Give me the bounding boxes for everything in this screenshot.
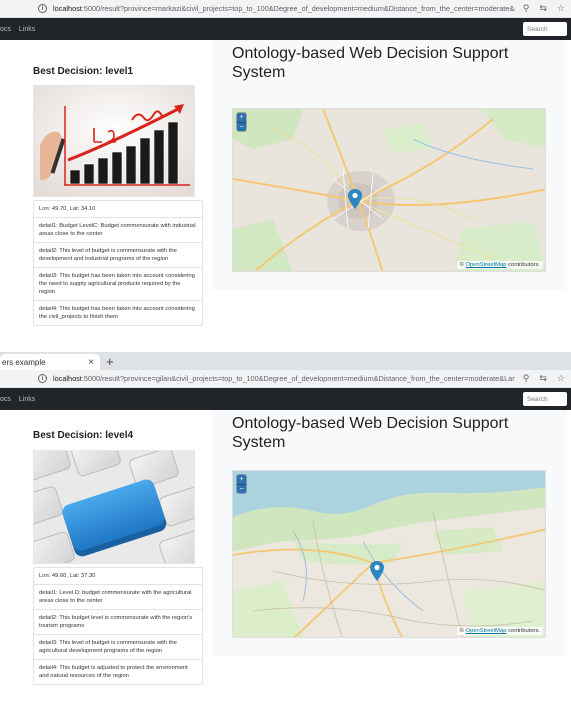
- attribution-suffix: contributors.: [508, 628, 540, 634]
- detail-item: detail2: This level of budget is commens…: [34, 243, 202, 268]
- close-icon[interactable]: ×: [88, 357, 94, 368]
- budget-chart-image: [33, 85, 195, 197]
- page-title: Ontology-based Web Decision Support Syst…: [232, 45, 509, 81]
- map-attribution: © OpenStreetMap contributors.: [456, 261, 543, 269]
- navbar: ocs Links: [0, 18, 571, 40]
- tab-title: ers example: [2, 357, 46, 367]
- zoom-out-button[interactable]: −: [237, 484, 246, 493]
- nav-docs[interactable]: ocs: [0, 396, 11, 403]
- url-host: localhost: [53, 4, 82, 13]
- copyright-symbol: ©: [459, 262, 464, 268]
- zoom-control: + −: [237, 113, 246, 131]
- search-input[interactable]: [523, 22, 567, 36]
- search-zoom-icon[interactable]: ⚲: [523, 3, 530, 14]
- lonlat-text: Lon: 49.70, Lat: 34.10: [34, 201, 202, 218]
- map-marker-icon[interactable]: [370, 561, 384, 581]
- map-panel: Ontology-based Web Decision Support Syst…: [212, 410, 567, 656]
- detail-item: detail4: This budget has been taken into…: [39, 306, 195, 320]
- tab-strip: ers example × +: [0, 352, 571, 370]
- zoom-out-button[interactable]: −: [237, 122, 246, 131]
- search-zoom-icon[interactable]: ⚲: [523, 373, 530, 384]
- detail-item: detail3: This level of budget is commens…: [34, 635, 202, 660]
- osm-link[interactable]: OpenStreetMap: [466, 262, 507, 268]
- star-icon[interactable]: ☆: [557, 373, 565, 384]
- translate-icon[interactable]: ⇆: [539, 3, 547, 14]
- detail-item: detail2: This budget level is commensura…: [34, 610, 202, 635]
- copyright-symbol: ©: [459, 628, 464, 634]
- url-text[interactable]: localhost:5000/result?province=gilan&civ…: [53, 374, 515, 383]
- details-list: Lon: 49.60, Lat: 37.30 detail1: Level D:…: [33, 567, 203, 685]
- detail-item: detail4: This budget is adjusted to prot…: [39, 665, 188, 679]
- star-icon[interactable]: ☆: [557, 3, 565, 14]
- decision-card: Lon: 49.70, Lat: 34.10 detail1: Budget L…: [33, 85, 203, 326]
- screenshot-markazi: i localhost:5000/result?province=markazi…: [0, 0, 571, 352]
- details-list: Lon: 49.70, Lat: 34.10 detail1: Budget L…: [33, 200, 203, 326]
- url-host: localhost: [53, 374, 82, 383]
- map-panel: Ontology-based Web Decision Support Syst…: [212, 40, 567, 290]
- best-decision-heading: Best Decision: level4: [33, 430, 134, 441]
- map-attribution: © OpenStreetMap contributors.: [456, 627, 543, 635]
- zoom-in-button[interactable]: +: [237, 113, 246, 122]
- info-icon[interactable]: i: [38, 4, 47, 13]
- browser-tab[interactable]: ers example ×: [0, 354, 100, 370]
- url-path: :5000/result?province=markazi&civil_proj…: [81, 4, 515, 13]
- zoom-in-button[interactable]: +: [237, 475, 246, 484]
- keyboard-key-image: [33, 450, 195, 564]
- new-tab-icon[interactable]: +: [106, 354, 114, 370]
- url-text[interactable]: localhost:5000/result?province=markazi&c…: [53, 4, 515, 13]
- url-path: :5000/result?province=gilan&civil_projec…: [81, 374, 515, 383]
- best-decision-heading: Best Decision: level1: [33, 66, 134, 77]
- detail-item: detail1: Level D: budget commensurate wi…: [34, 585, 202, 610]
- lonlat-text: Lon: 49.60, Lat: 37.30: [34, 568, 202, 585]
- nav-links[interactable]: Links: [19, 396, 35, 403]
- zoom-control: + −: [237, 475, 246, 493]
- osm-link[interactable]: OpenStreetMap: [466, 628, 507, 634]
- attribution-suffix: contributors.: [508, 262, 540, 268]
- translate-icon[interactable]: ⇆: [539, 373, 547, 384]
- main-content: Best Decision: level1 Lon: 49.70, Lat: 3…: [0, 40, 571, 340]
- info-icon[interactable]: i: [38, 374, 47, 383]
- address-bar[interactable]: i localhost:5000/result?province=markazi…: [0, 0, 571, 18]
- screenshot-gilan: ers example × + i localhost:5000/result?…: [0, 352, 571, 702]
- page-title: Ontology-based Web Decision Support Syst…: [232, 415, 509, 451]
- detail-item: detail1: Budget LevelC: Budget commensur…: [34, 218, 202, 243]
- nav-links[interactable]: Links: [19, 26, 35, 33]
- map-view[interactable]: + − © OpenStreetMap contributors.: [232, 108, 546, 272]
- map-view[interactable]: + − © OpenStreetMap contributors.: [232, 470, 546, 638]
- decision-card: Lon: 49.60, Lat: 37.30 detail1: Level D:…: [33, 450, 203, 685]
- navbar: ocs Links: [0, 388, 571, 410]
- address-bar[interactable]: i localhost:5000/result?province=gilan&c…: [0, 370, 571, 388]
- detail-item: detail3: This budget has been taken into…: [34, 268, 202, 301]
- search-input[interactable]: [523, 392, 567, 406]
- main-content: Best Decision: level4 Lon: 49.60, Lat: 3…: [0, 410, 571, 702]
- nav-docs[interactable]: ocs: [0, 26, 11, 33]
- map-marker-icon[interactable]: [348, 189, 362, 209]
